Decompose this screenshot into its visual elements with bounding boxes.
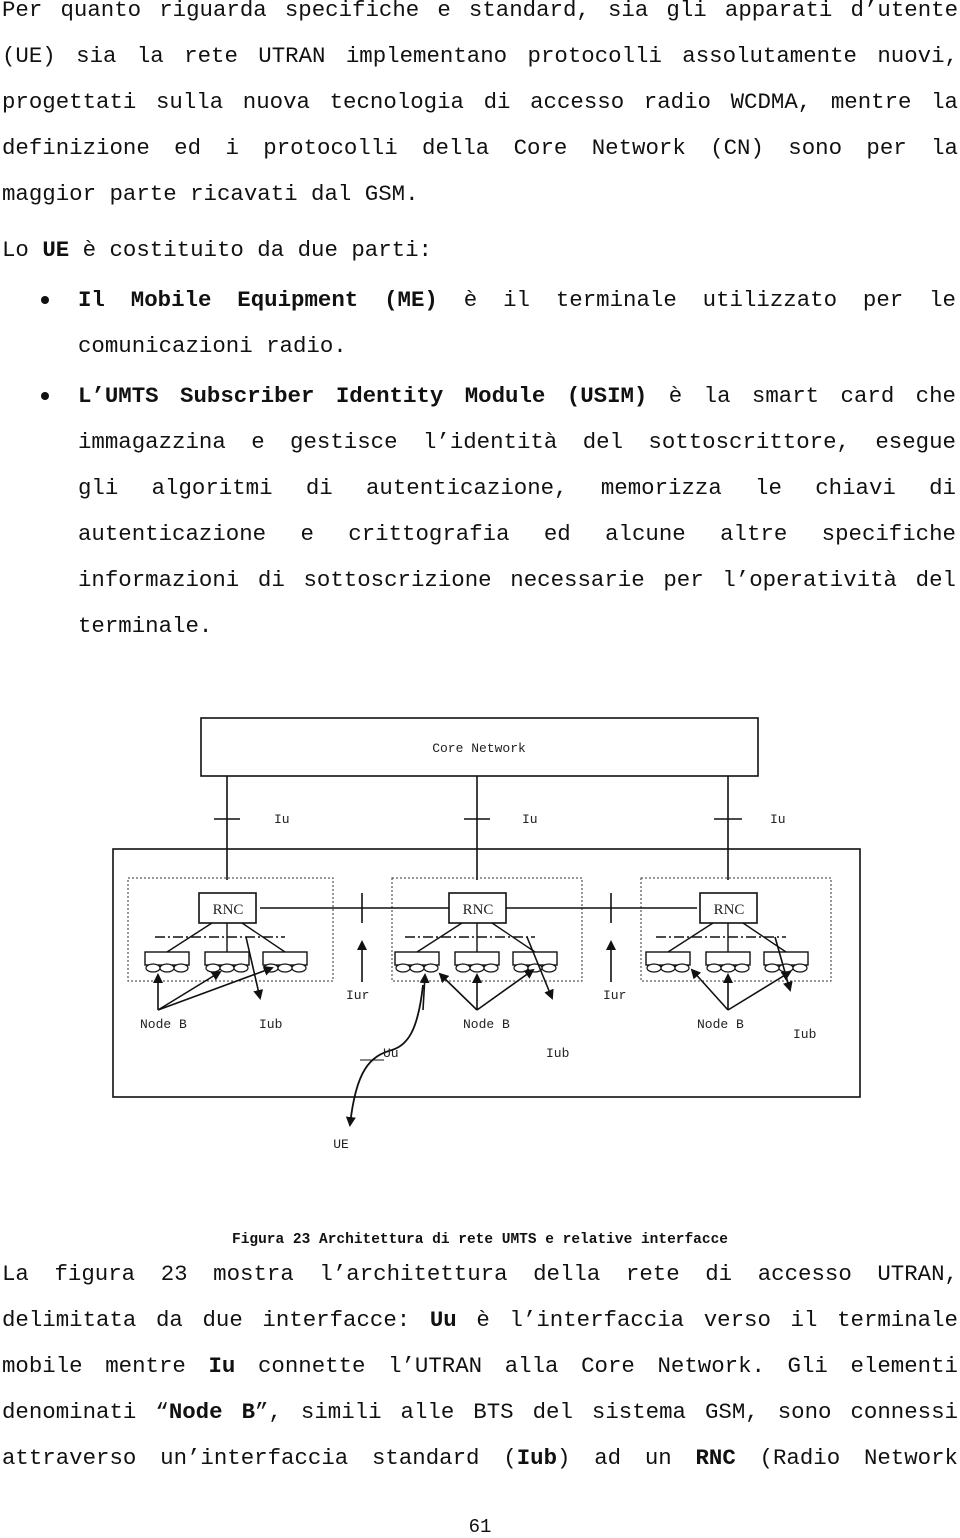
iub-label: Iub (546, 1046, 569, 1061)
text-line: progettati sulla nuova tecnologia di acc… (2, 89, 958, 115)
ue-label: UE (333, 1137, 349, 1152)
text-line: mobile mentre Iu connette l’UTRAN alla C… (2, 1353, 958, 1379)
iur-label: Iur (603, 988, 626, 1003)
node-b-box (454, 951, 500, 966)
antenna-icon (291, 963, 307, 973)
list-item-mobile-equipment: Il Mobile Equipment (ME) è il terminale … (0, 277, 956, 369)
text-line: Il Mobile Equipment (ME) è il terminale … (78, 287, 956, 313)
node-b-label: Node B (140, 1017, 187, 1032)
antenna-icon (660, 963, 676, 973)
text-line: La figura 23 mostra l’architettura della… (2, 1261, 958, 1287)
antenna-icon (233, 963, 249, 973)
node-b-box (262, 951, 308, 966)
text-line: definizione ed i protocolli della Core N… (2, 135, 958, 161)
core-network-label: Core Network (432, 741, 526, 756)
text-line: denominati “Node B”, simili alle BTS del… (2, 1399, 958, 1425)
text-line: autenticazione e crittografia ed alcune … (78, 521, 956, 547)
text-line: terminale. (78, 613, 213, 639)
utran-box (112, 848, 861, 1098)
pointer-arrow (438, 972, 478, 1011)
antenna-icon (764, 963, 780, 973)
intro-paragraph: Per quanto riguarda specifiche e standar… (2, 0, 958, 217)
text-line: (UE) sia la rete UTRAN implementano prot… (2, 43, 958, 69)
node-b-label: Node B (697, 1017, 744, 1032)
umts-architecture-diagram: Core Network Iu Iu Iu Iur Iur RNC RNC RNC … (112, 717, 861, 1152)
antenna-icon (145, 963, 161, 973)
iub-label: Iub (259, 1017, 282, 1032)
text-line: immagazzina e gestisce l’identità del so… (78, 429, 956, 455)
figure-caption: Figura 23 Architettura di rete UMTS e re… (232, 1232, 728, 1248)
node-b-box (705, 951, 751, 966)
antenna-icon (219, 963, 235, 973)
bold-term: L’UMTS Subscriber Identity Module (USIM) (78, 383, 648, 409)
antenna-icon (159, 963, 175, 973)
antenna-icon (778, 963, 794, 973)
utran-paragraph: La figura 23 mostra l’architettura della… (2, 1251, 958, 1481)
ue-intro-paragraph: Lo UE è costituito da due parti: (2, 227, 958, 273)
uu-label: Uu (383, 1046, 399, 1061)
pointer-arrow (727, 970, 792, 1011)
iu-label: Iu (522, 812, 538, 827)
antenna-icon (455, 963, 471, 973)
antenna-icon (792, 963, 808, 973)
iu-links (214, 776, 742, 880)
antenna-icon (173, 963, 189, 973)
antenna-icon (483, 963, 499, 973)
bullet-icon (41, 392, 49, 400)
text-line: gli algoritmi di autenticazione, memoriz… (78, 475, 956, 501)
antenna-icon (674, 963, 690, 973)
antenna-icon (277, 963, 293, 973)
antenna-icon (706, 963, 722, 973)
antenna-icon (720, 963, 736, 973)
bold-term: Node B (168, 1399, 256, 1425)
pointer-arrow (476, 968, 535, 1011)
antenna-icon (646, 963, 662, 973)
text-line: L’UMTS Subscriber Identity Module (USIM)… (78, 383, 956, 409)
bold-term: Il Mobile Equipment (ME) (78, 287, 438, 313)
antenna-icon (513, 963, 529, 973)
pointer-arrow (690, 968, 729, 1011)
ue-parts-list: Il Mobile Equipment (ME) è il terminale … (0, 277, 960, 649)
text-line: maggior parte ricavati dal GSM. (2, 181, 419, 207)
iu-label: Iu (770, 812, 786, 827)
bold-term: UE (42, 237, 70, 263)
antenna-icon (734, 963, 750, 973)
rnc-label: RNC (463, 902, 494, 918)
node-b-box (144, 951, 190, 966)
node-b-box (394, 951, 440, 966)
bold-term: RNC (695, 1445, 736, 1471)
antenna-icon (423, 963, 439, 973)
node-b-label: Node B (463, 1017, 510, 1032)
text-line: delimitata da due interfacce: Uu è l’int… (2, 1307, 958, 1333)
antenna-icon (409, 963, 425, 973)
antenna-icon (395, 963, 411, 973)
text-line: attraverso un’interfaccia standard (Iub)… (2, 1445, 958, 1471)
antenna-icon (469, 963, 485, 973)
iur-label: Iur (346, 988, 369, 1003)
iu-label: Iu (274, 812, 290, 827)
antenna-icon (541, 963, 557, 973)
bullet-icon (41, 296, 49, 304)
bold-term: Iub (516, 1445, 558, 1471)
text-line: informazioni di sottoscrizione necessari… (78, 567, 956, 593)
rnc-label: RNC (213, 902, 244, 918)
pointer-arrow (419, 973, 430, 1011)
antenna-icon (205, 963, 221, 973)
bold-term: Iu (208, 1353, 236, 1379)
node-b-box (204, 951, 250, 966)
rnc-label: RNC (714, 902, 745, 918)
iub-label: Iub (793, 1027, 816, 1042)
list-item-usim: L’UMTS Subscriber Identity Module (USIM)… (0, 373, 956, 649)
text-line: Per quanto riguarda specifiche e standar… (2, 0, 958, 23)
text-line: comunicazioni radio. (78, 333, 347, 359)
text-line: Lo UE è costituito da due parti: (2, 237, 432, 263)
node-b-box (645, 951, 691, 966)
node-b-box (763, 951, 809, 966)
bold-term: Uu (429, 1307, 457, 1333)
